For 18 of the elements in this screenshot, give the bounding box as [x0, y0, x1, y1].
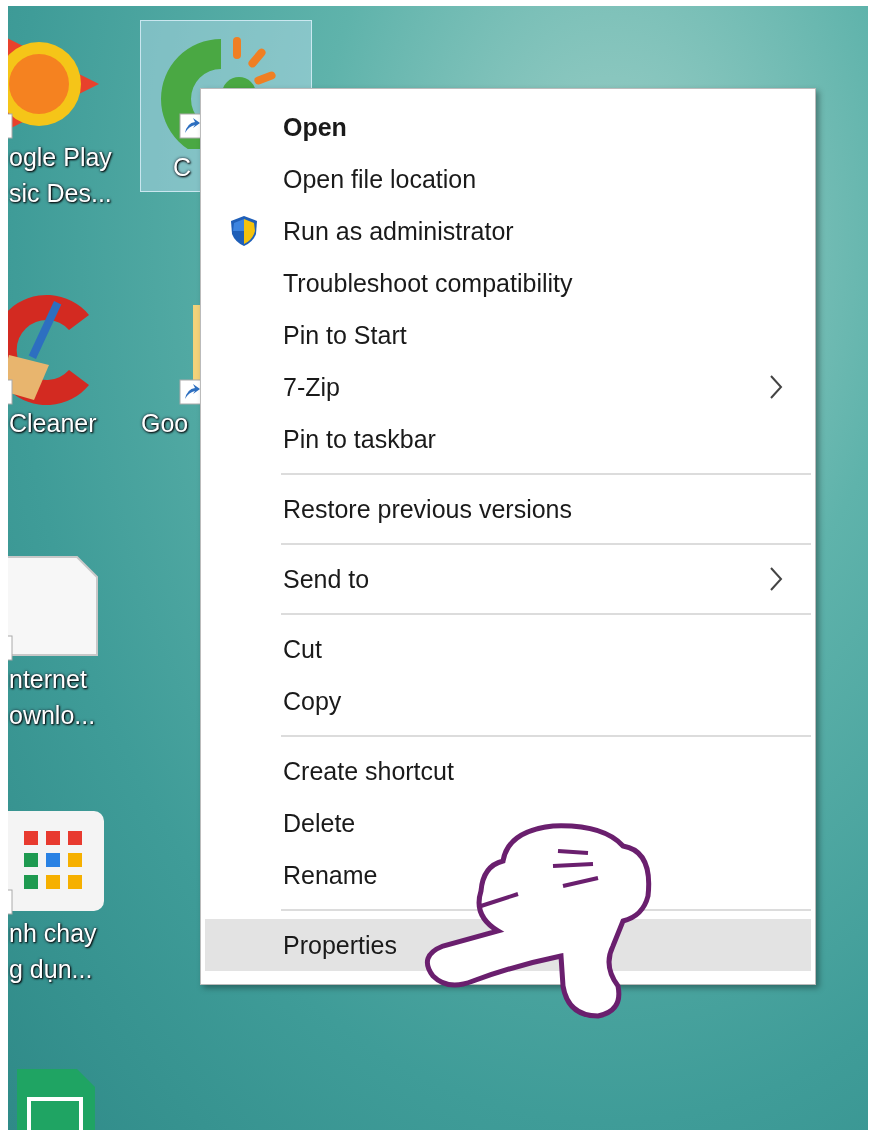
menu-item[interactable]: Send to: [205, 553, 811, 605]
menu-item[interactable]: Copy: [205, 675, 811, 727]
icon-label[interactable]: nh chay: [9, 915, 97, 951]
menu-item[interactable]: Rename: [205, 849, 811, 901]
menu-item[interactable]: Open: [205, 101, 811, 153]
menu-item[interactable]: Cut: [205, 623, 811, 675]
menu-item[interactable]: Troubleshoot compatibility: [205, 257, 811, 309]
menu-item[interactable]: 7-Zip: [205, 361, 811, 413]
menu-item[interactable]: Restore previous versions: [205, 483, 811, 535]
chevron-right-icon: [769, 566, 783, 592]
menu-item[interactable]: Delete: [205, 797, 811, 849]
menu-item[interactable]: Run as administrator: [205, 205, 811, 257]
menu-item[interactable]: Open file location: [205, 153, 811, 205]
chevron-right-icon: [769, 374, 783, 400]
menu-item[interactable]: Pin to Start: [205, 309, 811, 361]
menu-item[interactable]: Create shortcut: [205, 745, 811, 797]
icon-label[interactable]: g dụn...: [9, 951, 93, 987]
menu-item[interactable]: Pin to taskbar: [205, 413, 811, 465]
